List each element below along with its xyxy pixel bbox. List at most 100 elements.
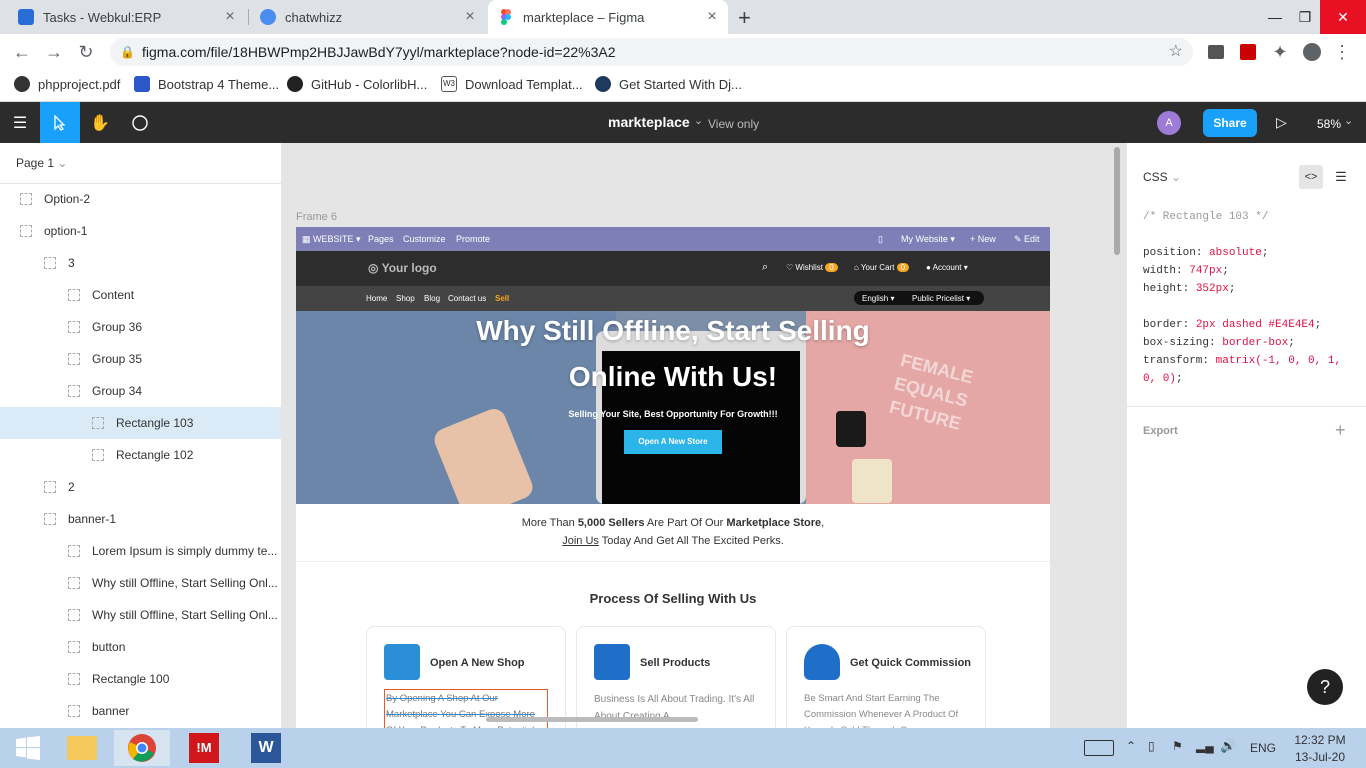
- menu-item[interactable]: Home: [366, 294, 387, 303]
- list-view-icon[interactable]: ☰: [1329, 165, 1353, 189]
- forward-icon[interactable]: →: [40, 38, 68, 66]
- layer-item[interactable]: button: [0, 631, 281, 663]
- bookmark-item[interactable]: W3 Download Templat...: [441, 70, 583, 98]
- admin-link[interactable]: + New: [970, 234, 996, 244]
- frame-label[interactable]: Frame 6: [296, 211, 337, 223]
- wishlist-link[interactable]: ♡ Wishlist 0: [786, 263, 838, 272]
- menu-item-sell[interactable]: Sell: [495, 294, 509, 303]
- admin-link[interactable]: Pages: [368, 234, 394, 244]
- close-icon[interactable]: ×: [222, 9, 238, 25]
- logo[interactable]: ◎ Your logo: [368, 261, 437, 275]
- layer-item[interactable]: Content: [0, 279, 281, 311]
- bookmark-item[interactable]: phpproject.pdf: [14, 70, 120, 98]
- vertical-scrollbar[interactable]: [1114, 147, 1120, 255]
- css-tab[interactable]: CSS ⌄: [1143, 170, 1181, 184]
- close-icon[interactable]: ×: [704, 9, 720, 25]
- file-explorer-icon[interactable]: [54, 730, 110, 766]
- bookmark-item[interactable]: GitHub - ColorlibH...: [287, 70, 427, 98]
- file-name[interactable]: markteplace: [608, 114, 690, 130]
- admin-link[interactable]: Customize: [403, 234, 446, 244]
- tab-figma[interactable]: markteplace – Figma ×: [488, 0, 728, 34]
- layer-item[interactable]: Lorem Ipsum is simply dummy te...: [0, 535, 281, 567]
- chevron-down-icon[interactable]: ⌄: [1344, 114, 1353, 127]
- layer-item[interactable]: Group 34: [0, 375, 281, 407]
- network-icon[interactable]: ▯: [1148, 739, 1155, 753]
- app-icon[interactable]: !M: [176, 730, 232, 766]
- input-language[interactable]: ENG: [1250, 741, 1276, 755]
- menu-item[interactable]: Blog: [424, 294, 440, 303]
- search-icon[interactable]: ⌕: [762, 261, 768, 274]
- avatar[interactable]: A: [1157, 111, 1181, 135]
- pricelist-selector[interactable]: Public Pricelist ▾: [912, 294, 970, 303]
- clock-date[interactable]: 13-Jul-20: [1290, 750, 1350, 764]
- flag-icon[interactable]: ⚑: [1172, 739, 1183, 753]
- code-view-icon[interactable]: <>: [1299, 165, 1323, 189]
- start-icon[interactable]: [0, 730, 56, 766]
- layer-item[interactable]: 3: [0, 247, 281, 279]
- keyboard-icon[interactable]: [1084, 740, 1114, 756]
- star-icon[interactable]: ☆: [1169, 38, 1183, 66]
- layer-item[interactable]: Why still Offline, Start Selling Onl...: [0, 567, 281, 599]
- process-card[interactable]: Sell Products Business Is All About Trad…: [576, 626, 776, 728]
- layer-item[interactable]: Rectangle 100: [0, 663, 281, 695]
- layer-item[interactable]: Group 36: [0, 311, 281, 343]
- layer-item[interactable]: Option-2: [0, 183, 281, 215]
- menu-item[interactable]: Shop: [396, 294, 415, 303]
- bookmark-item[interactable]: Bootstrap 4 Theme...: [134, 70, 279, 98]
- mobile-icon[interactable]: ▯: [878, 234, 883, 245]
- layer-item[interactable]: Why still Offline, Start Selling Onl...: [0, 599, 281, 631]
- tray-up-icon[interactable]: ⌃: [1126, 739, 1136, 753]
- word-icon[interactable]: W: [238, 730, 294, 766]
- reload-icon[interactable]: ↻: [72, 38, 100, 66]
- website-menu[interactable]: ▦ WEBSITE ▾: [302, 234, 361, 245]
- open-store-button[interactable]: Open A New Store: [624, 430, 722, 454]
- admin-link[interactable]: Promote: [456, 234, 490, 244]
- process-card[interactable]: Open A New Shop By Opening A Shop At Our…: [366, 626, 566, 728]
- cart-link[interactable]: ⌂ Your Cart 0: [854, 263, 910, 272]
- account-menu[interactable]: ● Account ▾: [926, 263, 968, 272]
- join-us-link[interactable]: Join Us: [562, 535, 599, 547]
- layer-item[interactable]: 2: [0, 471, 281, 503]
- signal-icon[interactable]: ▂▄: [1196, 739, 1214, 753]
- frame-6[interactable]: ▦ WEBSITE ▾ Pages Customize Promote ▯ My…: [296, 227, 1050, 728]
- layer-item[interactable]: Rectangle 103: [0, 407, 281, 439]
- add-export-icon[interactable]: +: [1335, 420, 1346, 441]
- close-icon[interactable]: ×: [462, 9, 478, 25]
- horizontal-scrollbar[interactable]: [486, 717, 698, 722]
- page-selector[interactable]: Page 1 ⌄: [16, 156, 67, 170]
- move-tool-icon[interactable]: [40, 102, 80, 143]
- share-button[interactable]: Share: [1203, 109, 1257, 137]
- layer-item[interactable]: option-1: [0, 215, 281, 247]
- chevron-down-icon[interactable]: ⌄: [694, 114, 703, 127]
- process-card[interactable]: Get Quick Commission Be Smart And Start …: [786, 626, 986, 728]
- layer-item[interactable]: banner: [0, 695, 281, 727]
- new-tab-button[interactable]: +: [738, 5, 760, 30]
- clock-time[interactable]: 12:32 PM: [1290, 733, 1350, 747]
- canvas[interactable]: Frame 6 ▦ WEBSITE ▾ Pages Customize Prom…: [282, 143, 1126, 728]
- extension-icon[interactable]: [1202, 38, 1230, 66]
- bookmark-item[interactable]: Get Started With Dj...: [595, 70, 742, 98]
- layer-item[interactable]: Group 35: [0, 343, 281, 375]
- back-icon[interactable]: ←: [8, 38, 36, 66]
- layer-item[interactable]: Rectangle 102: [0, 439, 281, 471]
- volume-icon[interactable]: 🔊: [1220, 738, 1236, 754]
- language-selector[interactable]: English ▾: [862, 294, 895, 303]
- pdf-extension-icon[interactable]: [1234, 38, 1262, 66]
- menu-dots-icon[interactable]: ⋮: [1328, 38, 1356, 66]
- window-close-button[interactable]: ✕: [1320, 0, 1366, 34]
- comment-tool-icon[interactable]: [120, 102, 160, 143]
- admin-link[interactable]: My Website ▾: [901, 234, 955, 245]
- menu-item[interactable]: Contact us: [448, 294, 486, 303]
- tab-chatwhizz[interactable]: chatwhizz ×: [250, 0, 486, 34]
- help-button[interactable]: ?: [1307, 669, 1343, 705]
- admin-link[interactable]: ✎ Edit: [1014, 234, 1040, 245]
- tab-webkul[interactable]: Tasks - Webkul:ERP ×: [8, 0, 246, 34]
- layer-item[interactable]: banner-1: [0, 503, 281, 535]
- zoom-level[interactable]: 58%: [1317, 117, 1341, 131]
- present-icon[interactable]: ▷: [1276, 114, 1287, 131]
- puzzle-icon[interactable]: ✦: [1266, 38, 1294, 66]
- profile-icon[interactable]: [1298, 38, 1326, 66]
- hand-tool-icon[interactable]: ✋: [80, 102, 120, 143]
- chrome-icon[interactable]: [114, 730, 170, 766]
- main-menu-icon[interactable]: ☰: [0, 102, 40, 143]
